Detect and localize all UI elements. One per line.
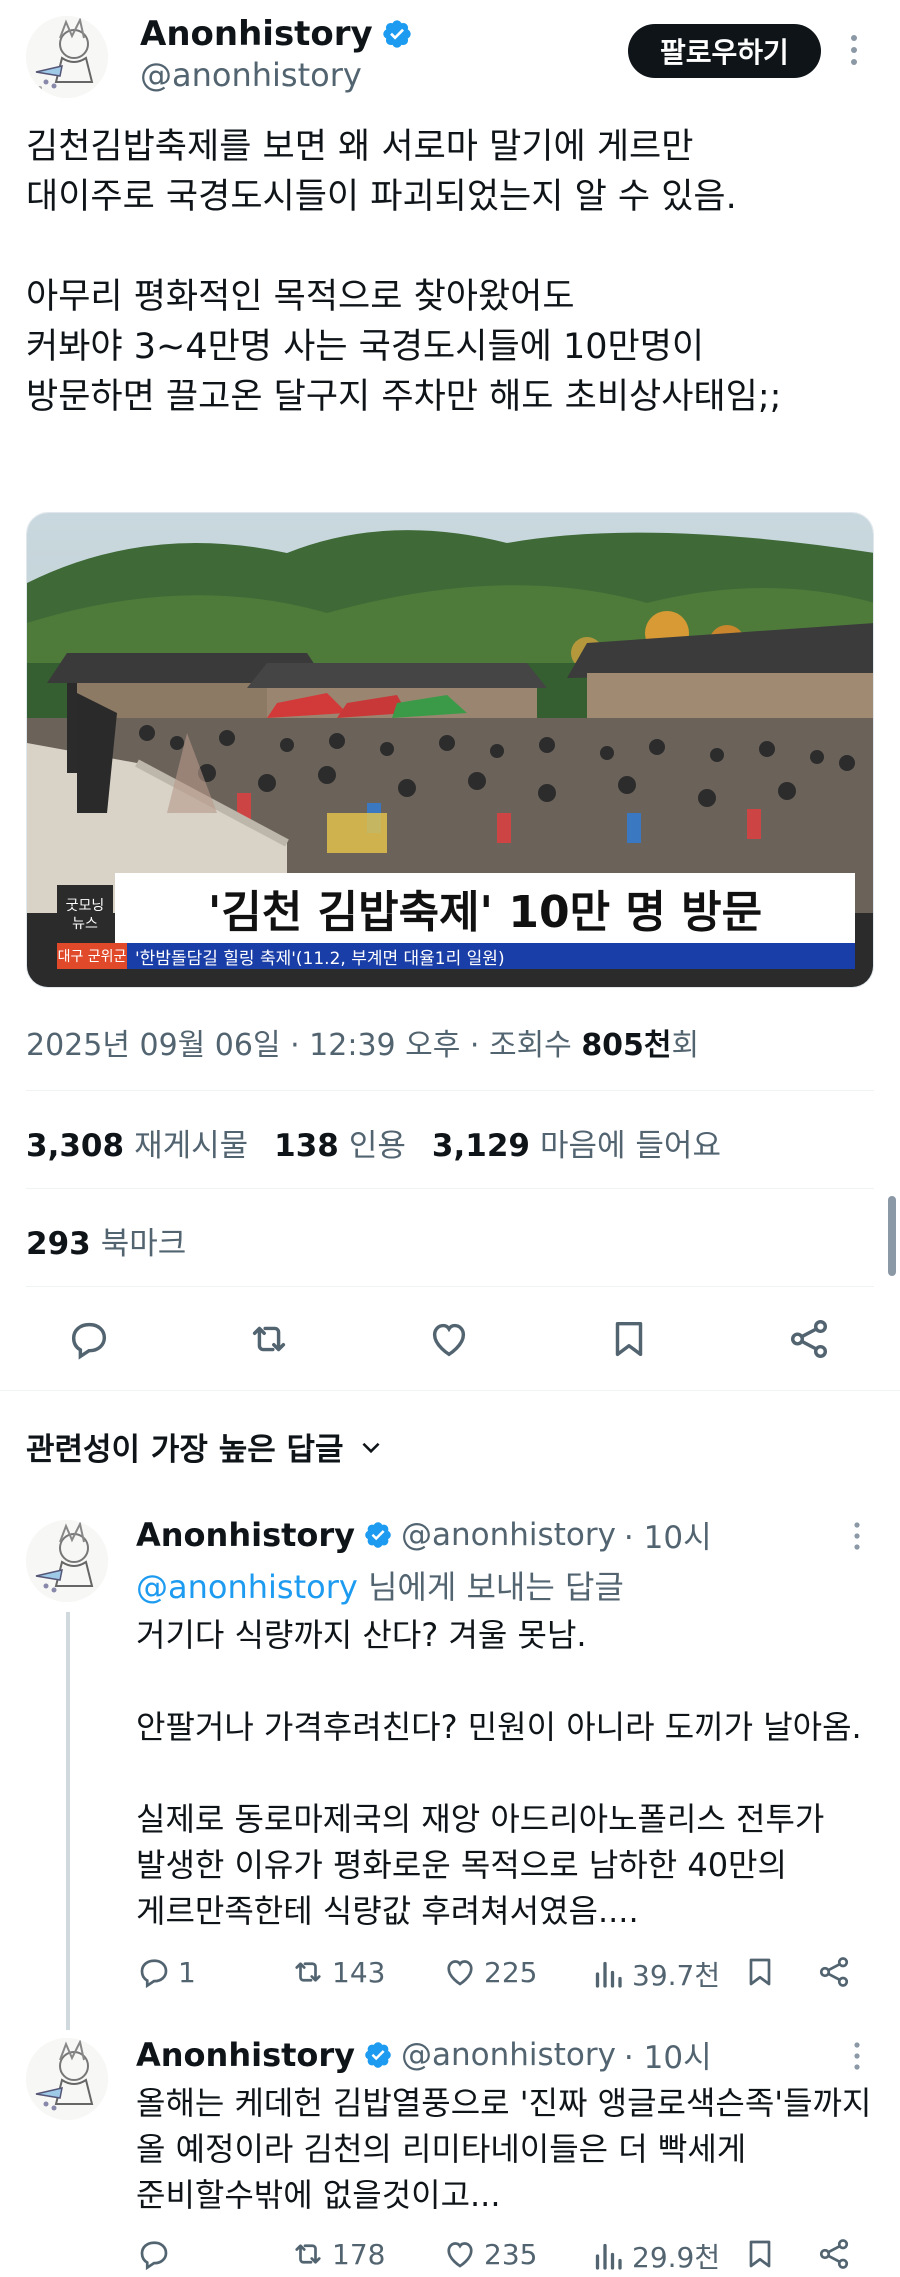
reply-time[interactable]: · 10시 — [624, 1512, 712, 1557]
bookmark-icon[interactable] — [606, 1316, 652, 1366]
reply-retweet-button[interactable]: 178 — [290, 2236, 385, 2272]
reply-bookmark-button[interactable] — [742, 1954, 778, 1990]
reply-author-name[interactable]: Anonhistory — [136, 2036, 355, 2074]
like-icon — [447, 2242, 473, 2268]
divider — [26, 1090, 874, 1091]
reply-retweet-button[interactable]: 143 — [290, 1954, 385, 1990]
scrollbar[interactable] — [888, 1196, 896, 1276]
replies-sort-button[interactable]: 관련성이 가장 높은 답글 — [26, 1424, 384, 1469]
quote-count[interactable]: 138 — [274, 1128, 339, 1164]
reply-avatar[interactable] — [26, 2038, 108, 2120]
reply-retweet-count: 143 — [332, 1955, 386, 1989]
reply-share-button[interactable] — [816, 1954, 852, 1990]
like-label[interactable]: 마음에 들어요 — [540, 1120, 721, 1165]
author-handle[interactable]: @anonhistory — [140, 56, 362, 94]
reply-author-handle[interactable]: @anonhistory — [401, 1517, 616, 1553]
views-chart-icon — [595, 2243, 622, 2270]
tweet-image[interactable]: '김천 김밥축제' 10만 명 방문 굿모닝 뉴스 대구 군위군 '한밤돌담길 … — [26, 512, 874, 988]
bookmark-icon — [749, 1958, 771, 1986]
replying-to-handle[interactable]: @anonhistory — [136, 1568, 358, 1606]
reply-views-button[interactable]: 29.9천 — [590, 2236, 720, 2276]
image-headline: '김천 김밥축제' 10만 명 방문 — [207, 887, 763, 938]
retweet-icon — [295, 2244, 321, 2264]
reply-reply-count: 1 — [178, 1955, 196, 1989]
timestamp[interactable]: 2025년 09월 06일 · 12:39 오후 · 조회수 — [26, 1028, 581, 1063]
reply-icon[interactable] — [66, 1316, 112, 1366]
bookmark-count[interactable]: 293 — [26, 1226, 91, 1262]
reply-icon — [140, 2241, 168, 2271]
bookmark-icon — [749, 2240, 771, 2268]
reply-more-icon[interactable] — [852, 1520, 862, 1556]
views-chart-icon — [595, 1961, 622, 1988]
share-icon — [819, 1957, 849, 1987]
reply-views-count: 39.7천 — [632, 1959, 721, 1992]
reply-icon — [140, 1959, 168, 1989]
like-icon[interactable] — [426, 1316, 472, 1366]
news-logo: 굿모닝 뉴스 — [65, 898, 105, 932]
retweet-count[interactable]: 3,308 — [26, 1128, 124, 1164]
replying-to-suffix: 님에게 보내는 답글 — [357, 1568, 624, 1606]
reply-share-button[interactable] — [816, 2236, 852, 2272]
retweet-label[interactable]: 재게시물 — [134, 1120, 248, 1165]
reply-bookmark-button[interactable] — [742, 2236, 778, 2272]
reply-views-count: 29.9천 — [632, 2241, 721, 2274]
thread-line — [66, 1612, 70, 2030]
reply-header: Anonhistory @anonhistory · 10시 — [136, 1512, 712, 1557]
like-icon — [447, 1960, 473, 1986]
stats-row: 3,308 재게시물 138 인용 3,129 마음에 들어요 — [26, 1120, 721, 1165]
retweet-icon — [295, 1962, 321, 1982]
avatar[interactable] — [26, 16, 108, 98]
reply-retweet-count: 178 — [332, 2237, 386, 2271]
share-icon[interactable] — [786, 1316, 832, 1366]
tweet-meta: 2025년 09월 06일 · 12:39 오후 · 조회수 805천회 — [26, 1020, 699, 1064]
chevron-down-icon — [362, 1442, 380, 1453]
quote-label[interactable]: 인용 — [349, 1120, 406, 1165]
reply-like-count: 235 — [484, 2237, 538, 2271]
tweet-text: 김천김밥축제를 보면 왜 서로마 말기에 게르만 대이주로 국경도시들이 파괴되… — [26, 127, 782, 417]
replying-to: @anonhistory 님에게 보내는 답글 — [136, 1562, 624, 1608]
reply-time[interactable]: · 10시 — [624, 2032, 712, 2077]
reply-avatar[interactable] — [26, 1520, 108, 1602]
reply-author-name[interactable]: Anonhistory — [136, 1516, 355, 1554]
views-count: 805천 — [581, 1028, 672, 1063]
bookmark-stats: 293 북마크 — [26, 1218, 186, 1263]
verified-badge-icon — [383, 20, 411, 48]
reply-author-handle[interactable]: @anonhistory — [401, 2037, 616, 2073]
ticker-text: '한밤돌담길 힐링 축제'(11.2, 부계면 대율1리 일원) — [135, 948, 505, 969]
retweet-icon[interactable] — [246, 1316, 292, 1366]
replies-header: 관련성이 가장 높은 답글 — [26, 1432, 344, 1468]
divider — [26, 1188, 874, 1189]
reply-header: Anonhistory @anonhistory · 10시 — [136, 2032, 712, 2077]
reply-like-button[interactable]: 235 — [442, 2236, 537, 2272]
reply-reply-button[interactable] — [136, 2236, 178, 2272]
like-count[interactable]: 3,129 — [432, 1128, 530, 1164]
divider — [0, 1390, 900, 1391]
reply-more-icon[interactable] — [852, 2040, 862, 2076]
divider — [26, 1286, 874, 1287]
follow-button[interactable]: 팔로우하기 — [628, 24, 821, 78]
author-name[interactable]: Anonhistory — [140, 14, 373, 54]
reply-text: 올해는 케데헌 김밥열풍으로 '진짜 앵글로색슨족'들까지 올 예정이라 김천의… — [136, 2084, 872, 2214]
ticker-region: 대구 군위군 — [57, 943, 127, 969]
more-options-icon[interactable] — [848, 32, 860, 72]
share-icon — [819, 2239, 849, 2269]
reply-like-count: 225 — [484, 1955, 538, 1989]
verified-badge-icon — [365, 1521, 391, 1548]
reply-text: 거기다 식량까지 산다? 겨울 못남. 안팔거나 가격후려친다? 민원이 아니라… — [136, 1616, 862, 1930]
reply-views-button[interactable]: 39.7천 — [590, 1954, 720, 1994]
verified-badge-icon — [365, 2041, 391, 2068]
views-suffix: 회 — [671, 1028, 700, 1063]
bookmark-label[interactable]: 북마크 — [101, 1218, 187, 1263]
reply-like-button[interactable]: 225 — [442, 1954, 537, 1990]
reply-reply-button[interactable]: 1 — [136, 1954, 196, 1990]
